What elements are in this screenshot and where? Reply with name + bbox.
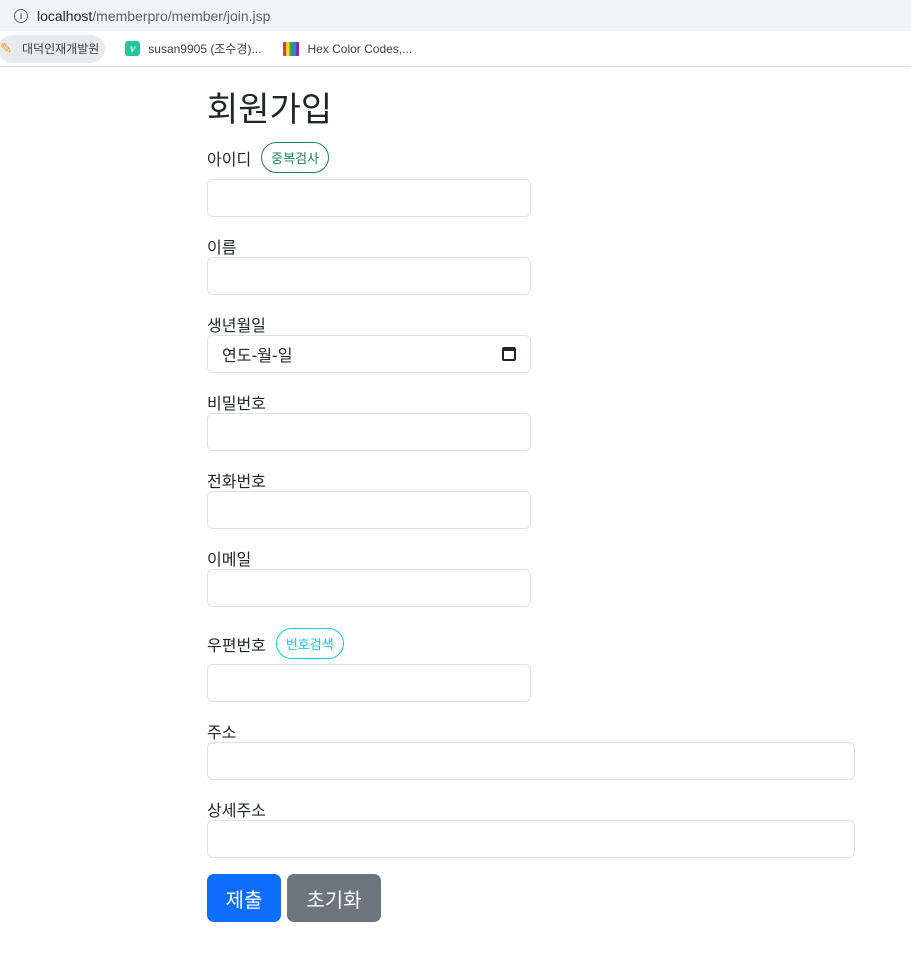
email-label: 이메일 bbox=[207, 550, 252, 569]
url-text[interactable]: localhost/memberpro/member/join.jsp bbox=[37, 8, 270, 24]
bookmark-hex-colors[interactable]: Hex Color Codes,... bbox=[277, 35, 418, 63]
bookmarks-bar: ✎ 대덕인재개발원 v susan9905 (조수경)... Hex Color… bbox=[0, 31, 911, 67]
birth-label: 생년월일 bbox=[207, 316, 266, 335]
calendar-icon[interactable] bbox=[502, 347, 516, 361]
password-input[interactable] bbox=[207, 413, 531, 451]
submit-button[interactable]: 제출 bbox=[207, 874, 281, 922]
address-detail-input[interactable] bbox=[207, 820, 855, 858]
bookmark-susan[interactable]: v susan9905 (조수경)... bbox=[119, 35, 267, 63]
vimeo-icon: v bbox=[125, 41, 141, 56]
id-label-row: 아이디 중복검사 bbox=[207, 142, 330, 173]
zip-input[interactable] bbox=[207, 664, 531, 702]
reset-button[interactable]: 초기화 bbox=[287, 874, 381, 922]
hex-color-icon bbox=[283, 41, 300, 56]
bookmark-label: Hex Color Codes,... bbox=[307, 41, 413, 56]
password-label: 비밀번호 bbox=[207, 394, 266, 413]
id-check-button[interactable]: 중복검사 bbox=[261, 142, 330, 173]
id-input[interactable] bbox=[207, 179, 531, 217]
phone-input[interactable] bbox=[207, 491, 531, 529]
zip-label-row: 우편번호 번호검색 bbox=[207, 628, 344, 659]
email-input[interactable] bbox=[207, 569, 531, 607]
phone-label: 전화번호 bbox=[207, 472, 266, 491]
birth-date-placeholder: 연도-월-일 bbox=[222, 346, 293, 365]
name-label: 이름 bbox=[207, 238, 237, 257]
name-input[interactable] bbox=[207, 257, 531, 295]
zip-label: 우편번호 bbox=[207, 635, 266, 655]
address-input[interactable] bbox=[207, 742, 855, 780]
page-title: 회원가입 bbox=[207, 90, 333, 130]
id-label: 아이디 bbox=[207, 149, 252, 169]
bookmark-label: susan9905 (조수경)... bbox=[148, 42, 262, 56]
zip-search-button[interactable]: 번호검색 bbox=[275, 628, 344, 659]
pencil-icon: ✎ bbox=[0, 40, 12, 56]
birth-date-input[interactable]: 연도-월-일 bbox=[207, 335, 531, 373]
address-detail-label: 상세주소 bbox=[207, 801, 266, 820]
address-bar[interactable]: i localhost/memberpro/member/join.jsp bbox=[0, 0, 911, 31]
info-icon[interactable]: i bbox=[14, 8, 28, 23]
bookmark-label: 대덕인재개발원 bbox=[22, 42, 100, 56]
address-label: 주소 bbox=[207, 723, 237, 742]
bookmark-daedeok[interactable]: ✎ 대덕인재개발원 bbox=[0, 34, 106, 63]
